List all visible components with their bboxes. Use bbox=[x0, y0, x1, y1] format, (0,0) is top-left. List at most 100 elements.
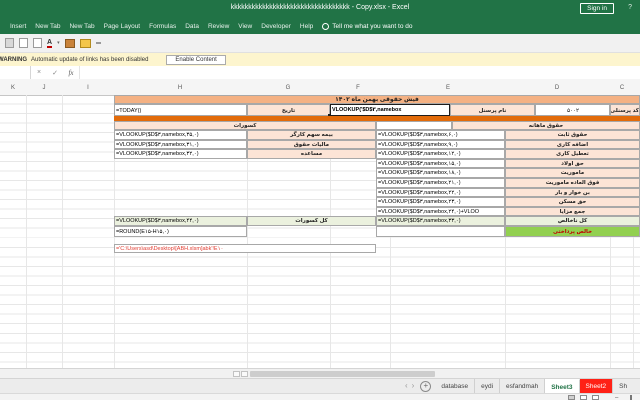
salary-label-cell[interactable]: بن خوار و بار bbox=[505, 188, 640, 197]
scrollbar-arrow-icon[interactable] bbox=[233, 371, 240, 377]
column-header-g[interactable]: G bbox=[286, 85, 291, 91]
sign-in-button[interactable]: Sign in bbox=[580, 3, 614, 14]
column-header-c[interactable]: C bbox=[620, 85, 624, 91]
format-painter-icon[interactable] bbox=[65, 39, 75, 48]
enter-icon[interactable]: ✓ bbox=[47, 69, 63, 77]
sheet-tab-esfandmah[interactable]: esfandmah bbox=[500, 379, 545, 394]
scrollbar-arrow-icon[interactable] bbox=[241, 371, 248, 377]
gross-label-cell[interactable]: کل ناخالص bbox=[505, 216, 640, 226]
security-warning-bar: WARNING Automatic update of links has be… bbox=[0, 53, 640, 67]
tab-insert[interactable]: Insert bbox=[10, 23, 26, 30]
salary-formula-cell[interactable]: =VLOOKUP($D$۳,namebox,۱۵,۰) bbox=[376, 159, 505, 168]
column-header-j[interactable]: J bbox=[43, 85, 46, 91]
copy-icon[interactable] bbox=[33, 38, 42, 48]
deduction-formula-cell[interactable]: =VLOOKUP($D$۳,namebox,۳۱,۰) bbox=[114, 140, 247, 149]
tab-formulas[interactable]: Formulas bbox=[149, 23, 176, 30]
date-label-cell[interactable]: تاریخ bbox=[247, 104, 330, 116]
salary-formula-cell[interactable]: =VLOOKUP($D$۳,namebox,۲۲,۰) bbox=[376, 188, 505, 197]
salary-label-cell[interactable]: فوق العاده ماموریت bbox=[505, 178, 640, 188]
font-color-icon[interactable]: A bbox=[47, 39, 52, 48]
deduction-label-cell[interactable]: مالیات حقوق bbox=[247, 140, 376, 149]
tell-me-label: Tell me what you want to do bbox=[332, 23, 412, 30]
add-sheet-icon[interactable]: + bbox=[420, 381, 431, 392]
personnel-code-label-cell[interactable]: کد پرسنلی bbox=[610, 104, 640, 116]
round-formula-cell[interactable]: =ROUND(E۱۵-H۱۵,۰) bbox=[114, 226, 247, 237]
salary-label-cell[interactable]: حق اولاد bbox=[505, 159, 640, 168]
tab-new-tab-1[interactable]: New Tab bbox=[35, 23, 60, 30]
tab-view[interactable]: View bbox=[238, 23, 252, 30]
insert-function-icon[interactable]: fx bbox=[63, 69, 79, 77]
payslip-title-cell[interactable]: فیش حقوقی بهمن ماه ۱۴۰۲ bbox=[114, 95, 640, 104]
cut-icon[interactable] bbox=[19, 38, 28, 48]
salary-label-cell[interactable]: اضافه کاری bbox=[505, 140, 640, 149]
deduction-formula-cell[interactable]: =VLOOKUP($D$۳,namebox,۳۲,۰) bbox=[114, 149, 247, 159]
salary-label-cell[interactable]: حق مسکن bbox=[505, 197, 640, 207]
salary-formula-cell[interactable]: =VLOOKUP($D$۳,namebox,۱۲,۰) bbox=[376, 149, 505, 159]
column-header-h[interactable]: H bbox=[178, 85, 182, 91]
salary-formula-cell[interactable]: =VLOOKUP($D$۳,namebox,۶,۰) bbox=[376, 130, 505, 140]
column-header-k[interactable]: K bbox=[11, 85, 15, 91]
tab-help[interactable]: Help bbox=[300, 23, 313, 30]
salary-label-cell[interactable]: حقوق ثابت bbox=[505, 130, 640, 140]
selected-cell[interactable]: VLOOKUP('$D$۳,namebox bbox=[330, 104, 450, 116]
tab-review[interactable]: Review bbox=[208, 23, 229, 30]
personnel-name-label-cell[interactable]: نام پرسنل bbox=[450, 104, 535, 116]
column-header-f[interactable]: F bbox=[356, 85, 360, 91]
tell-me-box[interactable]: Tell me what you want to do bbox=[322, 23, 412, 30]
formula-bar: × ✓ fx bbox=[0, 66, 640, 80]
total-deductions-formula-cell[interactable]: =VLOOKUP($D$۳,namebox,۴۴,۰) bbox=[114, 216, 247, 226]
normal-view-icon[interactable] bbox=[568, 395, 575, 400]
tab-data[interactable]: Data bbox=[185, 23, 199, 30]
tab-page-layout[interactable]: Page Layout bbox=[104, 23, 141, 30]
font-color-dropdown-icon[interactable]: ▾ bbox=[57, 40, 60, 46]
worksheet-grid[interactable]: فیش حقوقی بهمن ماه ۱۴۰۲ =TODAY() تاریخ V… bbox=[0, 95, 640, 368]
zoom-out-icon[interactable]: – bbox=[615, 395, 618, 400]
salary-section-header[interactable]: حقوق ماهانه bbox=[452, 121, 640, 130]
more-commands-icon[interactable] bbox=[96, 42, 101, 44]
salary-formula-cell[interactable]: =VLOOKUP($D$۳,namebox,۲۴,۰)+VLOO bbox=[376, 207, 505, 216]
scrollbar-thumb[interactable] bbox=[250, 371, 435, 377]
tab-developer[interactable]: Developer bbox=[261, 23, 291, 30]
tab-strip-spacer bbox=[0, 379, 403, 394]
salary-formula-cell[interactable]: =VLOOKUP($D$۳,namebox,۹,۰) bbox=[376, 140, 505, 149]
column-header-d[interactable]: D bbox=[555, 85, 559, 91]
salary-label-cell[interactable]: تعطیل کاری bbox=[505, 149, 640, 159]
salary-formula-cell[interactable]: =VLOOKUP($D$۳,namebox,۲۳,۰) bbox=[376, 197, 505, 207]
page-layout-view-icon[interactable] bbox=[580, 395, 587, 400]
zoom-slider[interactable] bbox=[630, 395, 632, 400]
ribbon-options-icon[interactable]: ? bbox=[628, 4, 632, 11]
name-box[interactable] bbox=[0, 66, 31, 79]
formula-input[interactable] bbox=[79, 66, 640, 79]
salary-label-cell[interactable]: ماموریت bbox=[505, 168, 640, 178]
empty-cell[interactable] bbox=[376, 121, 452, 130]
today-formula-cell[interactable]: =TODAY() bbox=[114, 104, 247, 116]
salary-formula-cell[interactable]: =VLOOKUP($D$۳,namebox,۱۸,۰) bbox=[376, 168, 505, 178]
external-link-formula-cell[interactable]: ='C:\Users\asd\Desktop\[ABH.xlsm]abk'!E۱… bbox=[114, 244, 376, 253]
tab-scroll-right-icon[interactable]: › bbox=[410, 379, 417, 394]
clipboard-icon[interactable] bbox=[5, 38, 14, 48]
cancel-icon[interactable]: × bbox=[31, 69, 47, 76]
page-break-view-icon[interactable] bbox=[592, 395, 599, 400]
sheet-tab-partial[interactable]: Sh bbox=[613, 379, 627, 394]
gross-formula-cell[interactable]: =VLOOKUP($D$۳,namebox,۳۳,۰) bbox=[376, 216, 505, 226]
deductions-section-header[interactable]: کسورات bbox=[114, 121, 376, 130]
personnel-code-value-cell[interactable]: ۵۰۰۲ bbox=[535, 104, 610, 116]
sheet-tab-sheet3-active[interactable]: Sheet3 bbox=[545, 379, 579, 394]
total-deductions-label-cell[interactable]: کل کسورات bbox=[247, 216, 376, 226]
sheet-tab-sheet2[interactable]: Sheet2 bbox=[580, 379, 614, 394]
net-paid-cell[interactable]: خالص پرداختی bbox=[505, 226, 640, 237]
tab-scroll-left-icon[interactable]: ‹ bbox=[403, 379, 410, 394]
empty-cell[interactable] bbox=[376, 226, 505, 237]
deduction-label-cell[interactable]: بیمه سهم کارگر bbox=[247, 130, 376, 140]
column-header-e[interactable]: E bbox=[446, 85, 450, 91]
column-header-i[interactable]: I bbox=[87, 85, 89, 91]
salary-label-cell[interactable]: جمع مزایا bbox=[505, 207, 640, 216]
sheet-tab-eydi[interactable]: eydi bbox=[475, 379, 500, 394]
salary-formula-cell[interactable]: =VLOOKUP($D$۳,namebox,۲۱,۰) bbox=[376, 178, 505, 188]
enable-content-button[interactable]: Enable Content bbox=[166, 55, 225, 65]
tab-new-tab-2[interactable]: New Tab bbox=[69, 23, 94, 30]
sheet-tab-database[interactable]: database bbox=[435, 379, 475, 394]
deduction-label-cell[interactable]: مساعده bbox=[247, 149, 376, 159]
open-folder-icon[interactable] bbox=[80, 39, 91, 48]
deduction-formula-cell[interactable]: =VLOOKUP($D$۳,namebox,۳۵,۰) bbox=[114, 130, 247, 140]
